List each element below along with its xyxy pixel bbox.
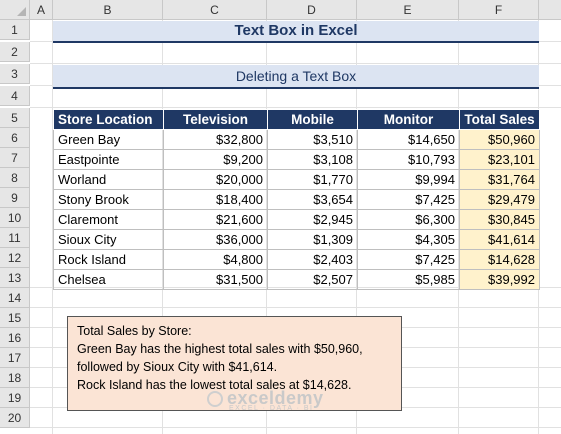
- mobile-cell[interactable]: $1,770: [267, 169, 358, 190]
- store-cell[interactable]: Sioux City: [53, 229, 164, 250]
- store-cell[interactable]: Claremont: [53, 209, 164, 230]
- column-header-blank: [539, 0, 561, 20]
- text-box-line: followed by Sioux City with $41,614.: [77, 360, 278, 374]
- monitor-cell[interactable]: $7,425: [357, 249, 460, 270]
- header-television[interactable]: Television: [163, 109, 268, 130]
- television-cell[interactable]: $20,000: [163, 169, 268, 190]
- row-header-9[interactable]: 9: [0, 188, 30, 208]
- row-header-6[interactable]: 6: [0, 128, 30, 148]
- television-cell[interactable]: $32,800: [163, 129, 268, 150]
- television-cell[interactable]: $21,600: [163, 209, 268, 230]
- total-sales-cell[interactable]: $23,101: [459, 149, 540, 170]
- table-row: Rock Island $4,800 $2,403 $7,425 $14,628: [53, 249, 540, 270]
- mobile-cell[interactable]: $2,945: [267, 209, 358, 230]
- row-header-14[interactable]: 14: [0, 288, 30, 308]
- row-header-7[interactable]: 7: [0, 148, 30, 168]
- monitor-cell[interactable]: $6,300: [357, 209, 460, 230]
- mobile-cell[interactable]: $3,654: [267, 189, 358, 210]
- monitor-cell[interactable]: $14,650: [357, 129, 460, 150]
- mobile-cell[interactable]: $3,510: [267, 129, 358, 150]
- row-header-10[interactable]: 10: [0, 208, 30, 228]
- spreadsheet-grid: A B C D E F 1 2 3 4 5 6 7 8 9 10 11 12 1…: [0, 0, 561, 434]
- gridline: [30, 307, 561, 308]
- column-header-e[interactable]: E: [357, 0, 459, 20]
- column-header-d[interactable]: D: [267, 0, 357, 20]
- row-header-1[interactable]: 1: [0, 20, 30, 40]
- table-row: Stony Brook $18,400 $3,654 $7,425 $29,47…: [53, 189, 540, 210]
- table-row: Green Bay $32,800 $3,510 $14,650 $50,960: [53, 129, 540, 150]
- row-header-15[interactable]: 15: [0, 308, 30, 328]
- row-header-20[interactable]: 20: [0, 408, 30, 428]
- header-store-location[interactable]: Store Location: [53, 109, 164, 130]
- watermark-tagline: EXCEL · DATA · BI: [229, 405, 314, 412]
- row-header-19[interactable]: 19: [0, 388, 30, 408]
- table-header-row: Store Location Television Mobile Monitor…: [53, 109, 540, 130]
- row-header-4[interactable]: 4: [0, 86, 30, 106]
- row-header-17[interactable]: 17: [0, 348, 30, 368]
- text-box-line: Total Sales by Store:: [77, 324, 192, 338]
- monitor-cell[interactable]: $5,985: [357, 269, 460, 290]
- header-monitor[interactable]: Monitor: [357, 109, 460, 130]
- gridline: [30, 63, 561, 64]
- row-header-5[interactable]: 5: [0, 108, 30, 128]
- row-header-11[interactable]: 11: [0, 228, 30, 248]
- monitor-cell[interactable]: $9,994: [357, 169, 460, 190]
- monitor-cell[interactable]: $4,305: [357, 229, 460, 250]
- text-box-line: Green Bay has the highest total sales wi…: [77, 342, 363, 356]
- sales-table: Store Location Television Mobile Monitor…: [53, 109, 540, 290]
- select-all-corner[interactable]: [0, 0, 30, 20]
- exceldemy-logo-icon: [207, 391, 223, 408]
- corner-triangle-icon: [17, 7, 26, 16]
- television-cell[interactable]: $9,200: [163, 149, 268, 170]
- column-header-f[interactable]: F: [459, 0, 539, 20]
- total-sales-cell[interactable]: $39,992: [459, 269, 540, 290]
- column-header-c[interactable]: C: [163, 0, 267, 20]
- television-cell[interactable]: $18,400: [163, 189, 268, 210]
- total-sales-cell[interactable]: $41,614: [459, 229, 540, 250]
- total-sales-cell[interactable]: $30,845: [459, 209, 540, 230]
- store-cell[interactable]: Worland: [53, 169, 164, 190]
- gridline: [30, 107, 561, 108]
- television-cell[interactable]: $36,000: [163, 229, 268, 250]
- television-cell[interactable]: $4,800: [163, 249, 268, 270]
- store-cell[interactable]: Rock Island: [53, 249, 164, 270]
- store-cell[interactable]: Stony Brook: [53, 189, 164, 210]
- table-row: Chelsea $31,500 $2,507 $5,985 $39,992: [53, 269, 540, 290]
- table-row: Claremont $21,600 $2,945 $6,300 $30,845: [53, 209, 540, 230]
- row-header-16[interactable]: 16: [0, 328, 30, 348]
- mobile-cell[interactable]: $1,309: [267, 229, 358, 250]
- table-row: Eastpointe $9,200 $3,108 $10,793 $23,101: [53, 149, 540, 170]
- row-header-12[interactable]: 12: [0, 248, 30, 268]
- row-header-18[interactable]: 18: [0, 368, 30, 388]
- row-header-13[interactable]: 13: [0, 268, 30, 288]
- store-cell[interactable]: Eastpointe: [53, 149, 164, 170]
- table-row: Sioux City $36,000 $1,309 $4,305 $41,614: [53, 229, 540, 250]
- row-header-2[interactable]: 2: [0, 42, 30, 62]
- mobile-cell[interactable]: $3,108: [267, 149, 358, 170]
- gridline: [30, 427, 561, 428]
- header-mobile[interactable]: Mobile: [267, 109, 358, 130]
- television-cell[interactable]: $31,500: [163, 269, 268, 290]
- sheet-title[interactable]: Text Box in Excel: [53, 21, 539, 43]
- store-cell[interactable]: Green Bay: [53, 129, 164, 150]
- total-sales-cell[interactable]: $31,764: [459, 169, 540, 190]
- column-header-b[interactable]: B: [53, 0, 163, 20]
- total-sales-cell[interactable]: $29,479: [459, 189, 540, 210]
- header-total-sales[interactable]: Total Sales: [459, 109, 540, 130]
- total-sales-cell[interactable]: $14,628: [459, 249, 540, 270]
- column-header-a[interactable]: A: [30, 0, 53, 20]
- table-row: Worland $20,000 $1,770 $9,994 $31,764: [53, 169, 540, 190]
- monitor-cell[interactable]: $7,425: [357, 189, 460, 210]
- sheet-subtitle[interactable]: Deleting a Text Box: [53, 65, 539, 89]
- total-sales-cell[interactable]: $50,960: [459, 129, 540, 150]
- mobile-cell[interactable]: $2,507: [267, 269, 358, 290]
- mobile-cell[interactable]: $2,403: [267, 249, 358, 270]
- store-cell[interactable]: Chelsea: [53, 269, 164, 290]
- row-header-8[interactable]: 8: [0, 168, 30, 188]
- exceldemy-watermark: exceldemy EXCEL · DATA · BI: [207, 388, 324, 412]
- row-header-3[interactable]: 3: [0, 64, 30, 84]
- monitor-cell[interactable]: $10,793: [357, 149, 460, 170]
